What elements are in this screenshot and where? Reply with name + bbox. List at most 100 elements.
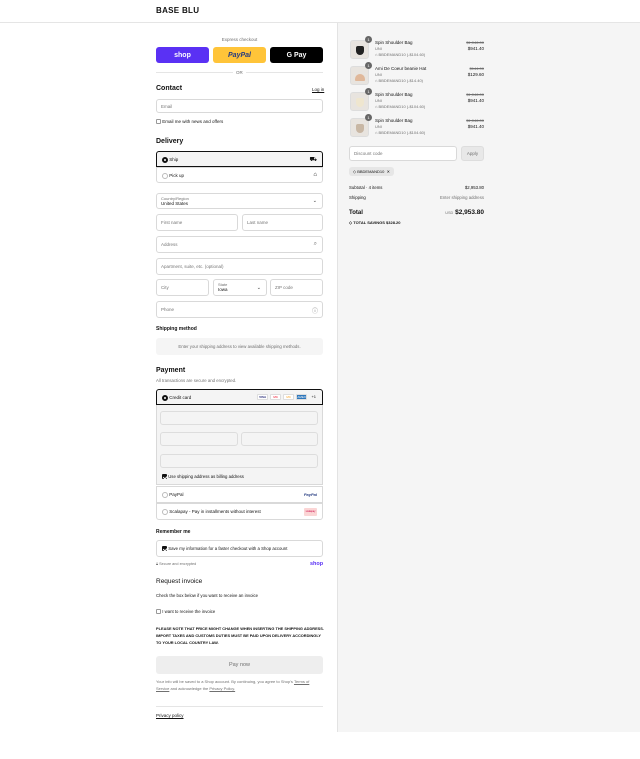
shop-logo: shop <box>310 561 324 567</box>
tag-icon: ⌂ <box>375 78 378 83</box>
payment-subtitle: All transactions are secure and encrypte… <box>156 378 237 383</box>
invoice-checkbox-row[interactable]: I want to receive the invoice <box>156 609 216 615</box>
ship-option[interactable]: Ship ⛟ <box>156 151 323 167</box>
tag-icon: ◇ <box>349 220 353 225</box>
expiry-field[interactable] <box>160 432 238 446</box>
legal-text-a: Your info will be saved to a Shop accoun… <box>156 679 293 684</box>
paypal-radio[interactable] <box>162 492 168 498</box>
pickup-radio[interactable] <box>162 173 168 179</box>
contact-title: Contact <box>156 85 183 92</box>
paypal-label: PayPal <box>228 51 251 59</box>
secure-label: Secure and encrypted <box>159 562 197 566</box>
last-name-field[interactable]: Last name <box>242 214 323 231</box>
shipping-label: Shipping <box>349 195 366 200</box>
tag-icon: ⌂ <box>375 52 378 57</box>
city-field[interactable]: City <box>156 279 209 296</box>
paypal-option[interactable]: PayPal PayPal <box>156 486 323 503</box>
product-thumbnail <box>350 66 369 85</box>
item-name: Spin Shoulder Bag <box>375 40 413 45</box>
total-value: $2,953.80 <box>455 209 484 216</box>
scalapay-radio[interactable] <box>162 509 168 515</box>
scalapay-logo-icon: scalapay <box>304 508 317 516</box>
more-cards-count: +1 <box>311 394 316 400</box>
secure-note: 🔒︎ Secure and encrypted <box>156 562 196 566</box>
phone-field[interactable]: Phone ⓘ <box>156 301 323 318</box>
privacy-policy-link[interactable]: Privacy policy <box>156 713 184 718</box>
item-discount: ⌂ BBDEMAND10 (-$104.60) <box>375 130 425 135</box>
total-amount: USD $2,953.80 <box>445 209 484 216</box>
chevron-down-icon: ⌄ <box>256 285 261 291</box>
tag-icon: ◇ <box>353 169 357 174</box>
paypal-logo-icon: PayPal <box>303 492 317 497</box>
pay-now-button[interactable]: Pay now <box>156 656 323 674</box>
apply-button[interactable]: Apply <box>461 146 484 161</box>
shop-pay-button[interactable]: shop <box>156 47 209 63</box>
invoice-checkbox[interactable] <box>156 609 161 615</box>
item-name: Spin Shoulder Bag <box>375 118 413 123</box>
state-select[interactable]: State Iowa ⌄ <box>213 279 267 296</box>
help-icon[interactable]: ⓘ <box>312 306 318 315</box>
credit-card-option[interactable]: Credit card VISA MC MC AMEX +1 <box>156 389 323 405</box>
mastercard-icon: MC <box>283 394 295 400</box>
apartment-placeholder: Apartment, suite, etc. (optional) <box>161 264 224 269</box>
privacy-link[interactable]: Privacy Policy. <box>209 686 235 691</box>
invoice-subtitle: Check the box below if you want to recei… <box>156 593 258 598</box>
pickup-option[interactable]: Pick up ⌂ <box>156 167 323 183</box>
city-placeholder: City <box>161 285 169 290</box>
invoice-label: I want to receive the invoice <box>162 609 216 614</box>
item-price: $941.40 <box>467 46 484 51</box>
credit-card-radio[interactable] <box>162 395 168 401</box>
zip-field[interactable]: ZIP code <box>270 279 323 296</box>
ship-label: Ship <box>169 157 179 163</box>
tag-icon: ⌂ <box>375 104 378 109</box>
item-name: Spin Shoulder Bag <box>375 92 413 97</box>
item-discount: ⌂ BBDEMAND10 (-$14.40) <box>375 78 423 83</box>
shipping-value: Enter shipping address <box>440 195 484 200</box>
login-link[interactable]: Log in <box>312 87 324 92</box>
express-checkout-title: Express checkout <box>221 37 258 42</box>
total-savings: ◇ TOTAL SAVINGS $328.20 <box>349 220 401 225</box>
country-select[interactable]: Country/Region United States ⌄ <box>156 193 323 209</box>
item-discount: ⌂ BBDEMAND10 (-$104.60) <box>375 104 425 109</box>
subtotal-value: $2,953.80 <box>464 185 484 190</box>
news-checkbox[interactable] <box>156 119 161 125</box>
paypal-button[interactable]: PayPal <box>213 47 266 63</box>
savings-value: $328.20 <box>386 220 401 225</box>
legal-text: Your info will be saved to a Shop accoun… <box>156 679 323 692</box>
name-on-card-field[interactable] <box>160 454 318 468</box>
billing-checkbox[interactable] <box>162 474 167 480</box>
scalapay-label: Scalapay - Pay in installments without i… <box>169 509 261 515</box>
security-code-field[interactable] <box>241 432 318 446</box>
item-price: $941.40 <box>467 98 484 103</box>
last-name-placeholder: Last name <box>247 220 269 225</box>
item-discount-text: BBDEMAND10 (-$104.60) <box>378 52 426 57</box>
product-thumbnail <box>350 92 369 111</box>
shipping-method-title: Shipping method <box>156 326 197 332</box>
item-old-price: $1,046.00 <box>466 92 484 97</box>
scalapay-option[interactable]: Scalapay - Pay in installments without i… <box>156 503 323 520</box>
email-field[interactable]: Email <box>156 99 323 113</box>
tag-icon: ⌂ <box>375 130 378 135</box>
card-number-field[interactable] <box>160 411 318 425</box>
subtotal-label: Subtotal · 4 items <box>349 185 383 190</box>
close-icon[interactable]: ✕ <box>387 169 390 174</box>
news-checkbox-row[interactable]: Email me with news and offers <box>156 119 223 125</box>
brand-logo[interactable]: BASE BLU <box>156 6 199 15</box>
billing-checkbox-row[interactable]: Use shipping address as billing address <box>162 474 244 480</box>
store-icon: ⌂ <box>313 172 317 178</box>
product-thumbnail <box>350 40 369 59</box>
header: BASE BLU <box>0 0 640 23</box>
first-name-field[interactable]: First name <box>156 214 238 231</box>
discount-code-field[interactable]: Discount code <box>349 146 457 161</box>
apartment-field[interactable]: Apartment, suite, etc. (optional) <box>156 258 323 275</box>
item-price: $941.40 <box>467 124 484 129</box>
google-pay-button[interactable]: G Pay <box>270 47 323 63</box>
remember-checkbox-row[interactable]: Save my information for a faster checkou… <box>156 540 323 557</box>
address-field[interactable]: Address ⌕ <box>156 236 323 253</box>
footer-divider <box>156 706 323 707</box>
truck-icon: ⛟ <box>309 157 317 163</box>
remember-checkbox[interactable] <box>162 546 167 552</box>
discount-tag-code: BBDEMAND10 <box>357 169 385 174</box>
item-price: $129.60 <box>467 72 484 77</box>
ship-radio[interactable] <box>162 157 168 163</box>
